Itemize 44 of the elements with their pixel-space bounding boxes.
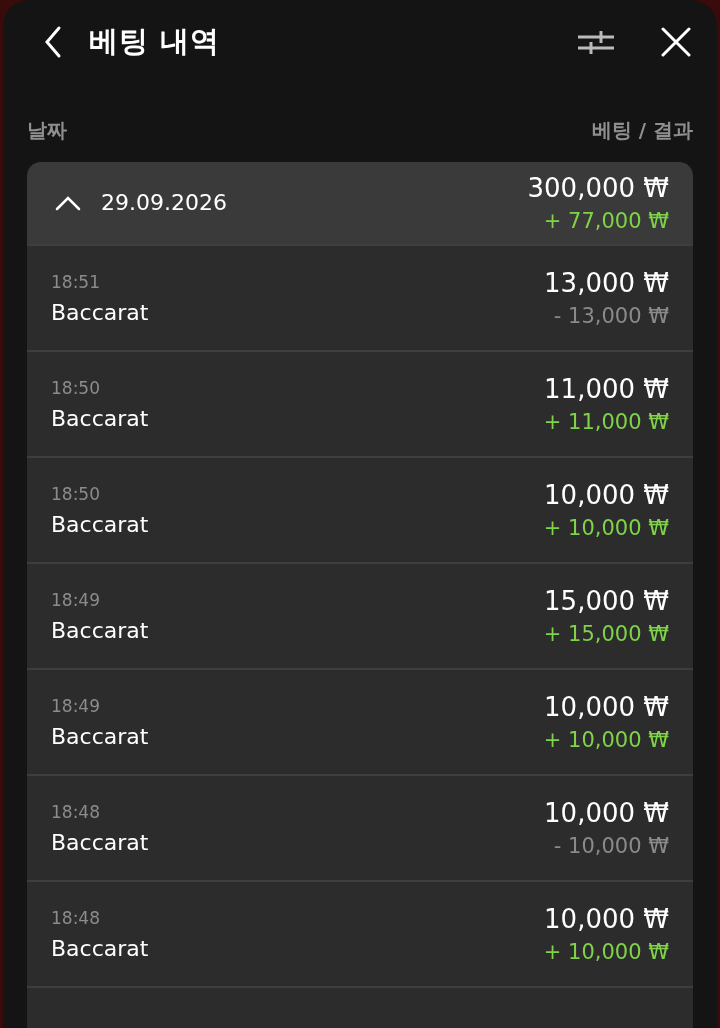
result-amount: + 10,000 ₩ <box>543 940 669 964</box>
bet-time: 18:48 <box>51 801 101 822</box>
bet-time: 18:49 <box>51 589 101 610</box>
page-title: 베팅 내역 <box>89 23 222 61</box>
bet-row[interactable]: 18:50 Baccarat 11,000 ₩ + 11,000 ₩ <box>27 350 693 456</box>
result-amount: + 10,000 ₩ <box>543 728 669 752</box>
bet-time: 18:51 <box>51 271 101 292</box>
game-name: Baccarat <box>51 299 149 325</box>
result-amount: + 11,000 ₩ <box>543 410 669 434</box>
bet-result-column-label: 베팅 / 결과 <box>591 116 693 144</box>
bet-amount: 13,000 ₩ <box>544 268 669 298</box>
result-amount: - 10,000 ₩ <box>553 834 669 858</box>
game-name: Baccarat <box>51 617 149 643</box>
bet-row[interactable]: 18:48 Baccarat 10,000 ₩ + 10,000 ₩ <box>27 880 693 986</box>
bet-amount: 10,000 ₩ <box>544 692 669 722</box>
bet-amount: 10,000 ₩ <box>544 904 669 934</box>
total-result-amount: + 77,000 ₩ <box>543 208 669 233</box>
bet-amount: 10,000 ₩ <box>544 480 669 510</box>
bet-row[interactable]: 18:51 Baccarat 13,000 ₩ - 13,000 ₩ <box>27 244 693 350</box>
game-name: Baccarat <box>51 511 149 537</box>
bet-amount: 15,000 ₩ <box>544 586 669 616</box>
game-name: Baccarat <box>51 405 149 431</box>
game-name: Baccarat <box>51 935 149 961</box>
bet-row[interactable]: 18:50 Baccarat 10,000 ₩ + 10,000 ₩ <box>27 456 693 562</box>
bet-time: 18:49 <box>51 695 101 716</box>
bet-amount: 10,000 ₩ <box>544 798 669 828</box>
close-button[interactable] <box>661 27 691 58</box>
bet-amount: 11,000 ₩ <box>544 374 669 404</box>
bet-time: 18:50 <box>51 377 101 398</box>
date-group-header[interactable]: 29.09.2026 300,000 ₩ + 77,000 ₩ <box>27 161 693 244</box>
game-name: Baccarat <box>51 829 149 855</box>
bet-time: 18:48 <box>51 907 101 928</box>
bet-time: 18:50 <box>51 483 101 504</box>
bet-row[interactable]: 18:49 Baccarat 10,000 ₩ + 10,000 ₩ <box>27 668 693 774</box>
total-bet-amount: 300,000 ₩ <box>527 172 669 203</box>
result-amount: - 13,000 ₩ <box>553 304 669 328</box>
result-amount: + 10,000 ₩ <box>543 516 669 540</box>
result-amount: + 15,000 ₩ <box>543 622 669 646</box>
game-name: Baccarat <box>51 723 149 749</box>
bet-row[interactable]: 18:49 Baccarat 15,000 ₩ + 15,000 ₩ <box>27 562 693 668</box>
group-date: 29.09.2026 <box>101 190 228 216</box>
date-column-label: 날짜 <box>27 116 67 144</box>
close-icon <box>661 27 691 58</box>
bet-row[interactable]: 18:48 Baccarat 10,000 ₩ - 10,000 ₩ <box>27 774 693 880</box>
